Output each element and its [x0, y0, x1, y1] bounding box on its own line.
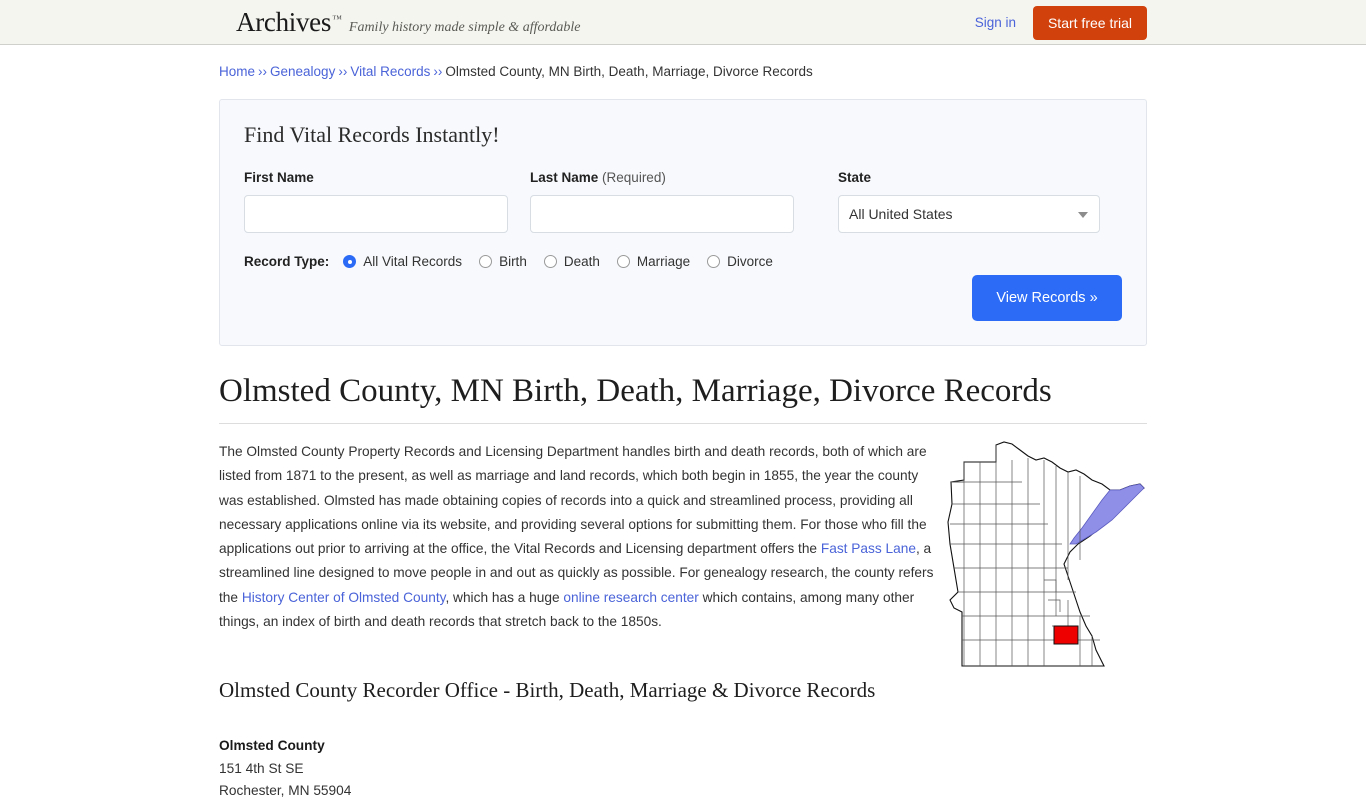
- view-records-button[interactable]: View Records »: [972, 275, 1122, 321]
- record-type-option-death-label: Death: [563, 254, 600, 269]
- last-name-input[interactable]: [530, 195, 794, 233]
- breadcrumb-separator: ››: [258, 64, 268, 79]
- breadcrumb: Home ›› Genealogy ›› Vital Records ›› Olmsted …: [219, 64, 1147, 79]
- last-name-field-group: Last Name (Required): [530, 170, 794, 233]
- article-paragraph: The Olmsted County Property Records and …: [219, 440, 945, 634]
- breadcrumb-item-home[interactable]: Home: [219, 64, 255, 79]
- recorder-office-section-title: Olmsted County Recorder Office - Birth, …: [219, 678, 876, 703]
- address-street: 151 4th St SE: [219, 760, 304, 776]
- last-name-required-note: (Required): [602, 170, 666, 185]
- paragraph-part-1: The Olmsted County Property Records and …: [219, 444, 927, 557]
- article-content: The Olmsted County Property Records and …: [219, 440, 1147, 667]
- record-type-option-divorce[interactable]: Divorce: [707, 254, 773, 269]
- trademark-symbol: ™: [332, 13, 342, 25]
- state-select[interactable]: All United States: [838, 195, 1100, 233]
- state-label: State: [838, 170, 872, 185]
- breadcrumb-separator: ››: [338, 64, 348, 79]
- record-type-option-divorce-label: Divorce: [727, 254, 773, 269]
- record-type-row: Record Type: All Vital Records Birth Dea…: [244, 254, 1122, 269]
- address-city-state-zip: Rochester, MN 55904: [219, 783, 352, 799]
- breadcrumb-current-page: Olmsted County, MN Birth, Death, Marriag…: [445, 64, 813, 79]
- record-type-option-marriage-label: Marriage: [636, 254, 691, 269]
- record-type-option-marriage[interactable]: Marriage: [616, 254, 691, 269]
- record-type-option-all[interactable]: All Vital Records: [343, 254, 462, 269]
- minnesota-county-map: [944, 440, 1149, 672]
- brand-name: Archives: [236, 6, 332, 37]
- olmsted-county-highlight: [1053, 625, 1079, 645]
- start-free-trial-button[interactable]: Start free trial: [1032, 5, 1147, 40]
- first-name-label: First Name: [244, 170, 314, 185]
- radio-icon-birth[interactable]: [479, 255, 493, 268]
- record-type-option-birth-label: Birth: [499, 254, 527, 269]
- header-actions: Sign in Start free trial: [975, 0, 1147, 45]
- fast-pass-lane-link[interactable]: Fast Pass Lane: [821, 541, 916, 556]
- search-panel-title: Find Vital Records Instantly!: [244, 122, 500, 147]
- last-name-label: Last Name (Required): [530, 170, 794, 185]
- last-name-label-text: Last Name: [530, 170, 599, 185]
- site-header: Archives ™ Family history made simple & …: [0, 0, 1366, 45]
- radio-icon-marriage[interactable]: [616, 255, 630, 268]
- record-type-option-all-label: All Vital Records: [363, 254, 463, 269]
- page-title: Olmsted County, MN Birth, Death, Marriag…: [219, 373, 1147, 424]
- breadcrumb-item-genealogy[interactable]: Genealogy: [270, 64, 335, 79]
- first-name-field-group: First Name: [244, 170, 508, 233]
- first-name-input[interactable]: [244, 195, 508, 233]
- history-center-link[interactable]: History Center of Olmsted County: [242, 590, 446, 605]
- record-type-label: Record Type:: [244, 254, 330, 269]
- address-organization: Olmsted County: [219, 738, 325, 754]
- vital-records-search-panel: Find Vital Records Instantly! First Name…: [219, 99, 1147, 346]
- brand-tagline: Family history made simple & affordable: [348, 19, 581, 35]
- state-select-wrapper: All United States: [838, 195, 1100, 233]
- paragraph-part-3: , which has a huge: [445, 589, 564, 605]
- breadcrumb-separator: ››: [433, 64, 443, 79]
- record-type-option-death[interactable]: Death: [543, 254, 600, 269]
- state-field-group: State All United States: [838, 170, 1100, 233]
- radio-icon-all[interactable]: [343, 255, 357, 268]
- recorder-office-address: Olmsted County 151 4th St SE Rochester, …: [219, 735, 1147, 803]
- search-fields-row: First Name Last Name (Required) State Al…: [244, 170, 1122, 233]
- site-logo[interactable]: Archives ™ Family history made simple & …: [236, 7, 581, 38]
- radio-icon-divorce[interactable]: [707, 255, 721, 268]
- sign-in-link[interactable]: Sign in: [975, 15, 1016, 30]
- online-research-center-link[interactable]: online research center: [563, 590, 698, 605]
- radio-icon-death[interactable]: [543, 255, 557, 268]
- breadcrumb-item-vital-records[interactable]: Vital Records: [350, 64, 430, 79]
- record-type-option-birth[interactable]: Birth: [479, 254, 527, 269]
